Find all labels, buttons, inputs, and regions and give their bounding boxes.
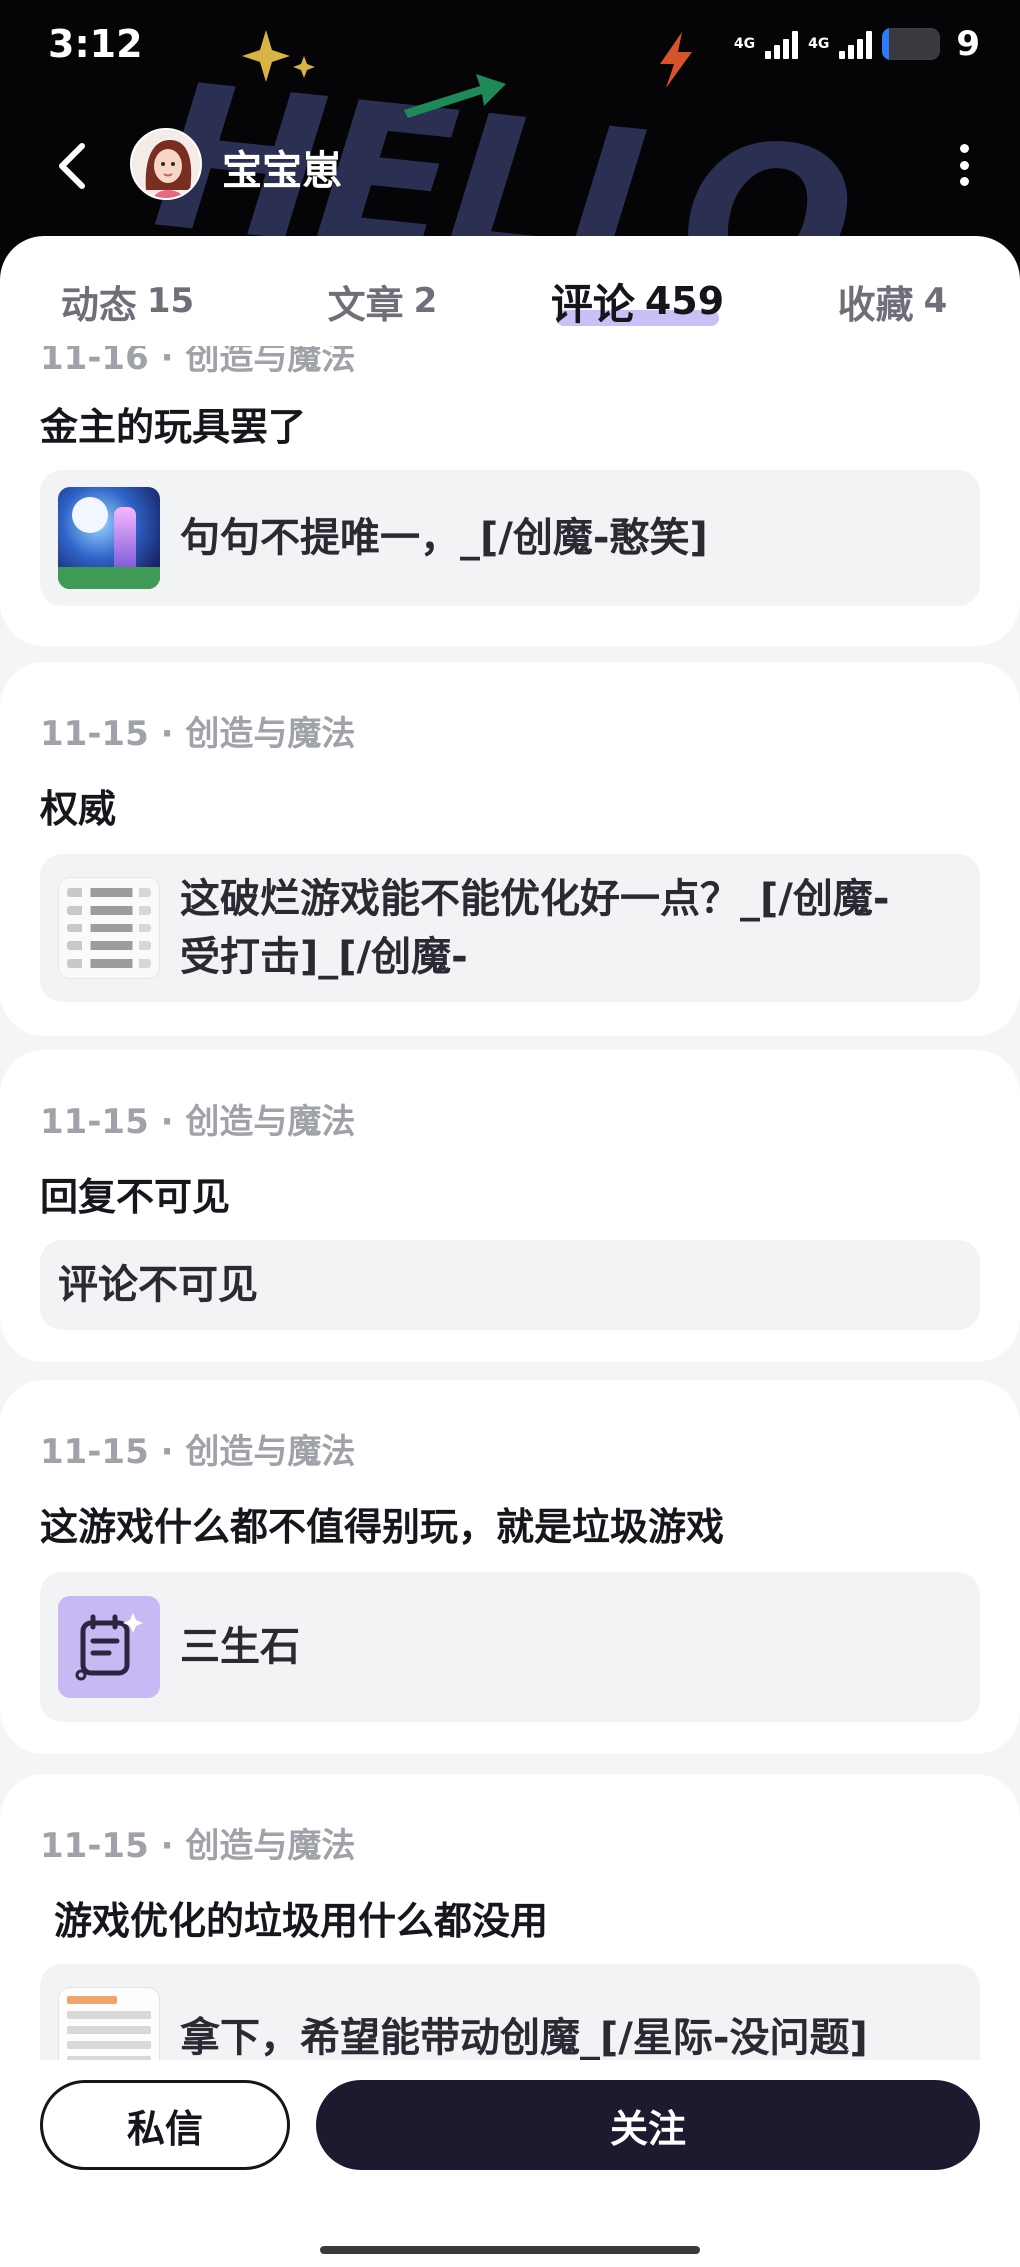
- battery-icon: [882, 28, 941, 60]
- tab-label: 动态: [60, 282, 137, 327]
- home-indicator[interactable]: [320, 2246, 700, 2254]
- battery-level: 9: [956, 24, 980, 64]
- comment-text: 游戏优化的垃圾用什么都没用: [54, 1899, 549, 1943]
- bottom-action-bar: 私信 关注: [0, 2060, 1020, 2267]
- comment-meta: 11-16 · 创造与魔法: [40, 346, 356, 378]
- comment-feed: 11-16 · 创造与魔法 金主的玩具罢了 句句不提唯一，_[/创魔-憨笑] 1…: [0, 346, 1020, 2060]
- battery-fill: [882, 28, 890, 60]
- signal-bars-icon: [765, 29, 799, 59]
- message-button[interactable]: 私信: [40, 2080, 290, 2170]
- quoted-post[interactable]: 句句不提唯一，_[/创魔-憨笑]: [40, 470, 980, 606]
- quoted-post-text: 拿下，希望能带动创魔_[/星际-没问题]: [180, 2015, 868, 2060]
- comment-meta: 11-15 · 创造与魔法: [40, 714, 356, 754]
- quoted-post-text: 评论不可见: [58, 1262, 258, 1308]
- more-options-icon[interactable]: [952, 140, 976, 190]
- comment-text: 权威: [40, 787, 117, 831]
- tab-articles[interactable]: 文章 2: [255, 236, 510, 346]
- network-type-1: 4G: [733, 36, 756, 52]
- status-time: 3:12: [48, 22, 143, 66]
- comment-card[interactable]: 11-16 · 创造与魔法 金主的玩具罢了 句句不提唯一，_[/创魔-憨笑]: [0, 346, 1020, 646]
- quoted-post-text: 三生石: [180, 1624, 300, 1670]
- tab-count: 15: [146, 281, 195, 321]
- comment-card[interactable]: 11-15 · 创造与魔法 权威 这破烂游戏能不能优化好一点？_[/创魔-受打击…: [0, 662, 1020, 1036]
- quoted-post[interactable]: 这破烂游戏能不能优化好一点？_[/创魔-受打击]_[/创魔-: [40, 854, 980, 1002]
- back-arrow-icon[interactable]: [50, 138, 98, 194]
- tab-count: 2: [413, 281, 438, 321]
- document-screenshot-thumbnail: [58, 1987, 160, 2060]
- app-screen: HELLO. 3:12 4G 4G 9 宝宝崽 动态 15 文章 2 评论 45…: [0, 0, 1020, 2267]
- quoted-post[interactable]: 三生石: [40, 1572, 980, 1722]
- avatar[interactable]: [130, 128, 202, 200]
- note-icon: [58, 1596, 160, 1698]
- comment-text: 这游戏什么都不值得别玩，就是垃圾游戏: [40, 1505, 725, 1549]
- follow-button[interactable]: 关注: [316, 2080, 980, 2170]
- comment-text: 金主的玩具罢了: [40, 405, 307, 449]
- quoted-post-text: 这破烂游戏能不能优化好一点？_[/创魔-受打击]_[/创魔-: [180, 876, 890, 980]
- tab-count: 4: [923, 281, 948, 321]
- list-screenshot-thumbnail: [58, 877, 160, 979]
- comment-meta: 11-15 · 创造与魔法: [40, 1826, 356, 1866]
- tab-posts[interactable]: 动态 15: [0, 236, 255, 346]
- quoted-post-text: 句句不提唯一，_[/创魔-憨笑]: [180, 515, 708, 561]
- comment-card[interactable]: 11-15 · 创造与魔法 游戏优化的垃圾用什么都没用 拿下，希望能带动创魔_[…: [0, 1774, 1020, 2060]
- status-icons: 4G 4G 9: [734, 24, 980, 64]
- network-type-2: 4G: [808, 36, 830, 52]
- tab-label: 收藏: [837, 282, 914, 327]
- comment-meta: 11-15 · 创造与魔法: [40, 1432, 356, 1472]
- quoted-post[interactable]: 拿下，希望能带动创魔_[/星际-没问题]: [40, 1964, 980, 2060]
- arrow-decoration-icon: [404, 74, 506, 118]
- tab-label: 文章: [327, 282, 404, 327]
- profile-tabs: 动态 15 文章 2 评论 459 收藏 4: [0, 236, 1020, 346]
- tab-favorites[interactable]: 收藏 4: [765, 236, 1020, 346]
- signal-bars-icon: [839, 29, 873, 59]
- lightning-decoration-icon: [660, 32, 692, 88]
- sparkle-icon: [242, 30, 315, 82]
- comment-card[interactable]: 11-15 · 创造与魔法 这游戏什么都不值得别玩，就是垃圾游戏 三生石: [0, 1380, 1020, 1754]
- game-screenshot-thumbnail: [58, 487, 160, 589]
- profile-username: 宝宝崽: [222, 148, 342, 194]
- comment-text: 回复不可见: [40, 1175, 231, 1219]
- comment-meta: 11-15 · 创造与魔法: [40, 1102, 356, 1142]
- tab-label: 评论: [550, 279, 635, 329]
- tab-comments[interactable]: 评论 459: [510, 236, 765, 346]
- quoted-post[interactable]: 评论不可见: [40, 1240, 980, 1330]
- tab-count: 459: [644, 279, 725, 323]
- comment-card[interactable]: 11-15 · 创造与魔法 回复不可见 评论不可见: [0, 1050, 1020, 1362]
